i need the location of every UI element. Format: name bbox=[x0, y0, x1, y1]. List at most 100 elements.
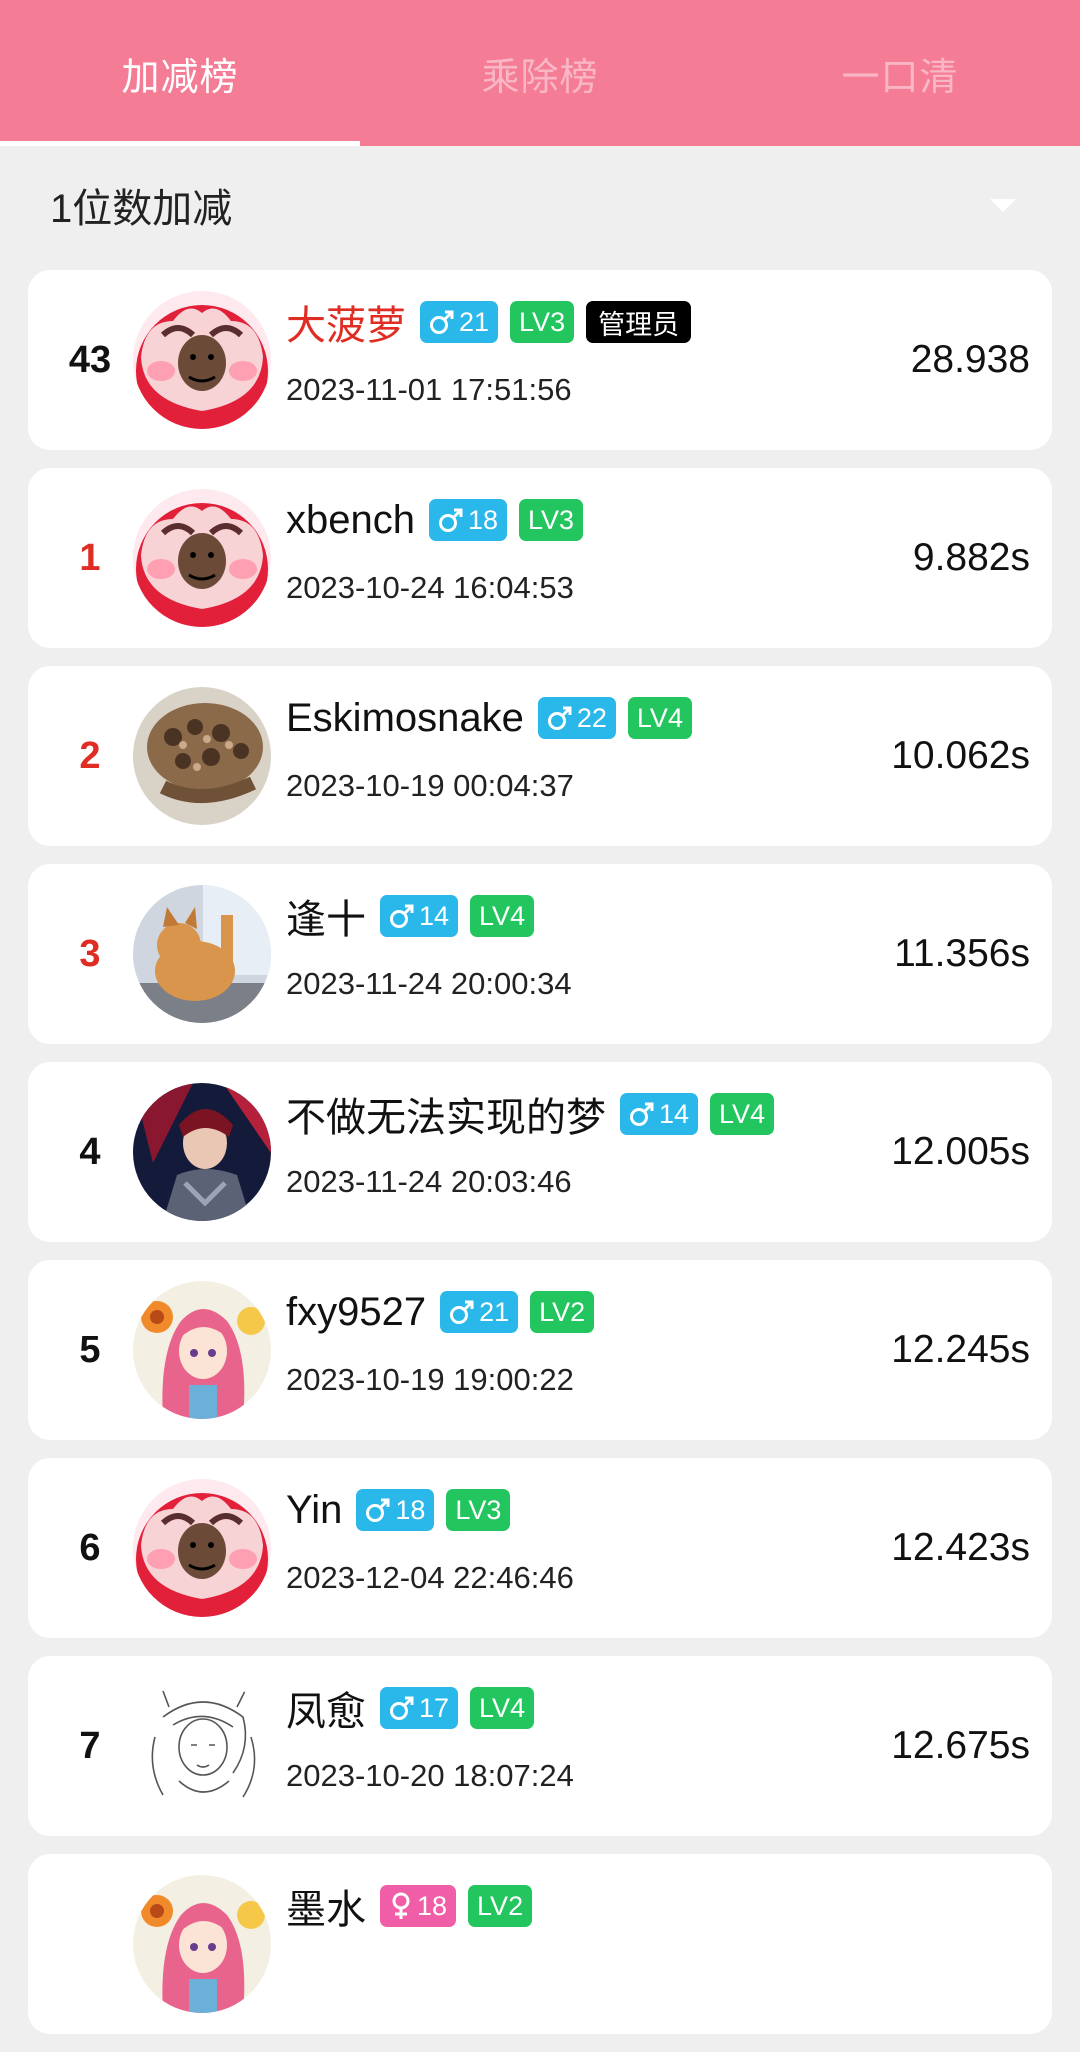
user-info: xbench 18 LV3 bbox=[286, 494, 595, 546]
record-time: 2023-10-19 19:00:22 bbox=[286, 1362, 574, 1397]
age-text: 21 bbox=[459, 306, 490, 337]
gender-age-badge: 22 bbox=[537, 697, 616, 739]
record-time: 2023-11-24 20:03:46 bbox=[286, 1164, 572, 1199]
gender-age-badge: 18 bbox=[428, 499, 508, 541]
cat-avatar[interactable] bbox=[133, 885, 271, 1023]
score-value: 12.245s bbox=[891, 1328, 1030, 1371]
score-value: 28.938 bbox=[910, 338, 1030, 381]
age-text: 17 bbox=[419, 1692, 450, 1723]
username[interactable]: 大菠萝 bbox=[286, 293, 406, 351]
user-info: 不做无法实现的梦 14 LV4 bbox=[286, 1088, 786, 1140]
level-badge: LV4 bbox=[470, 1687, 535, 1729]
tab-multiply-divide[interactable]: 乘除榜 bbox=[360, 0, 720, 146]
score-value: 12.675s bbox=[891, 1724, 1030, 1767]
male-icon bbox=[630, 1102, 654, 1126]
level-badge: LV3 bbox=[519, 499, 584, 541]
user-info: Eskimosnake 22 LV4 bbox=[286, 692, 704, 744]
score-value: 11.356s bbox=[894, 932, 1030, 975]
ranking-card[interactable]: 墨水 18 LV2 bbox=[28, 1854, 1052, 2034]
level-badge: LV4 bbox=[627, 697, 692, 739]
level-badge: LV2 bbox=[530, 1291, 595, 1333]
score-value: 10.062s bbox=[891, 734, 1030, 777]
snake-avatar[interactable] bbox=[133, 687, 271, 825]
tab-label: 加减榜 bbox=[121, 56, 239, 99]
username[interactable]: Eskimosnake bbox=[286, 696, 524, 741]
level-badge: LV3 bbox=[446, 1489, 511, 1531]
meme-avatar[interactable] bbox=[133, 1479, 271, 1617]
record-time: 2023-10-19 00:04:37 bbox=[286, 768, 574, 803]
gender-age-badge: 18 bbox=[356, 1489, 435, 1531]
user-info: 逢十 14 LV4 bbox=[286, 890, 546, 942]
male-icon bbox=[390, 904, 414, 928]
tab-label: 乘除榜 bbox=[481, 56, 599, 99]
level-badge: LV4 bbox=[470, 895, 535, 937]
male-icon bbox=[450, 1300, 474, 1324]
meme-avatar[interactable] bbox=[133, 489, 271, 627]
category-label: 1位数加减 bbox=[50, 187, 233, 231]
admin-badge: 管理员 bbox=[586, 301, 692, 343]
age-text: 18 bbox=[467, 504, 499, 535]
age-text: 21 bbox=[479, 1296, 510, 1327]
record-time: 2023-10-20 18:07:24 bbox=[286, 1758, 574, 1793]
level-badge: LV2 bbox=[468, 1885, 533, 1927]
record-time: 2023-12-04 22:46:46 bbox=[286, 1560, 574, 1595]
meme-avatar[interactable] bbox=[133, 291, 271, 429]
male-icon bbox=[430, 310, 454, 334]
tab-add-subtract[interactable]: 加减榜 bbox=[0, 0, 360, 146]
gender-age-badge: 17 bbox=[380, 1687, 459, 1729]
ranking-card[interactable]: 2 Eskimosnake 22 LV4 2023-10-19 00:04:37… bbox=[28, 666, 1052, 846]
my-rank-card[interactable]: 43 大菠萝 21 LV3 管理员 2023-11-01 17:51:56 28… bbox=[28, 270, 1052, 450]
age-text: 18 bbox=[395, 1494, 426, 1525]
age-text: 14 bbox=[419, 900, 450, 931]
male-icon bbox=[390, 1696, 414, 1720]
age-text: 14 bbox=[659, 1098, 690, 1129]
ranking-card[interactable]: 5 fxy9527 21 LV2 2023-10-19 19:00:22 12.… bbox=[28, 1260, 1052, 1440]
age-text: 22 bbox=[576, 702, 607, 733]
score-value: 12.005s bbox=[891, 1130, 1030, 1173]
male-icon bbox=[547, 706, 572, 730]
user-info: 墨水 18 LV2 bbox=[286, 1880, 544, 1932]
gender-age-badge: 21 bbox=[420, 301, 499, 343]
user-info: Yin 18 LV3 bbox=[286, 1484, 522, 1536]
sketch-avatar[interactable] bbox=[133, 1677, 271, 1815]
user-info: 大菠萝 21 LV3 管理员 bbox=[286, 296, 703, 348]
female-icon bbox=[392, 1892, 410, 1919]
level-badge: LV3 bbox=[510, 301, 575, 343]
leaderboard-tabs: 加减榜 乘除榜 一口清 bbox=[0, 0, 1080, 146]
record-time: 2023-11-01 17:51:56 bbox=[286, 372, 572, 407]
ranking-card[interactable]: 4 不做无法实现的梦 14 LV4 2023-11-24 20:03:46 12… bbox=[28, 1062, 1052, 1242]
username[interactable]: xbench bbox=[286, 498, 415, 543]
score-value: 9.882s bbox=[912, 536, 1030, 579]
gender-age-badge: 14 bbox=[380, 895, 459, 937]
username[interactable]: fxy9527 bbox=[286, 1290, 426, 1335]
ranking-card[interactable]: 7 凤愈 17 LV4 2023-10-20 18:07:24 12.675s bbox=[28, 1656, 1052, 1836]
gender-age-badge: 21 bbox=[440, 1291, 519, 1333]
male-icon bbox=[438, 508, 463, 532]
username[interactable]: 墨水 bbox=[286, 1877, 366, 1935]
record-time: 2023-10-24 16:04:53 bbox=[286, 570, 574, 605]
score-value: 12.423s bbox=[891, 1526, 1030, 1569]
ranking-card[interactable]: 3 逢十 14 LV4 2023-11-24 20:00:34 11.356s bbox=[28, 864, 1052, 1044]
ranking-list: 43 大菠萝 21 LV3 管理员 2023-11-01 17:51:56 28… bbox=[28, 270, 1052, 2052]
hero-avatar[interactable] bbox=[133, 1083, 271, 1221]
tab-label: 一口清 bbox=[841, 56, 959, 99]
username[interactable]: Yin bbox=[286, 1488, 342, 1533]
anime-girl-avatar[interactable] bbox=[133, 1281, 271, 1419]
tab-mental-calc[interactable]: 一口清 bbox=[720, 0, 1080, 146]
username[interactable]: 逢十 bbox=[286, 887, 366, 945]
anime-girl-avatar[interactable] bbox=[133, 1875, 271, 2013]
ranking-card[interactable]: 1 xbench 18 LV3 2023-10-24 16:04:53 9.88… bbox=[28, 468, 1052, 648]
username[interactable]: 凤愈 bbox=[286, 1679, 366, 1737]
user-info: fxy9527 21 LV2 bbox=[286, 1286, 606, 1338]
male-icon bbox=[366, 1498, 390, 1522]
gender-age-badge: 14 bbox=[620, 1093, 699, 1135]
gender-age-badge: 18 bbox=[380, 1885, 457, 1927]
record-time: 2023-11-24 20:00:34 bbox=[286, 966, 572, 1001]
caret-down-icon bbox=[990, 198, 1016, 212]
category-dropdown[interactable]: 1位数加减 bbox=[0, 146, 1080, 264]
username[interactable]: 不做无法实现的梦 bbox=[286, 1085, 606, 1143]
ranking-card[interactable]: 6 Yin 18 LV3 2023-12-04 22:46:46 12.423s bbox=[28, 1458, 1052, 1638]
level-badge: LV4 bbox=[710, 1093, 775, 1135]
age-text: 18 bbox=[417, 1890, 448, 1921]
user-info: 凤愈 17 LV4 bbox=[286, 1682, 546, 1734]
